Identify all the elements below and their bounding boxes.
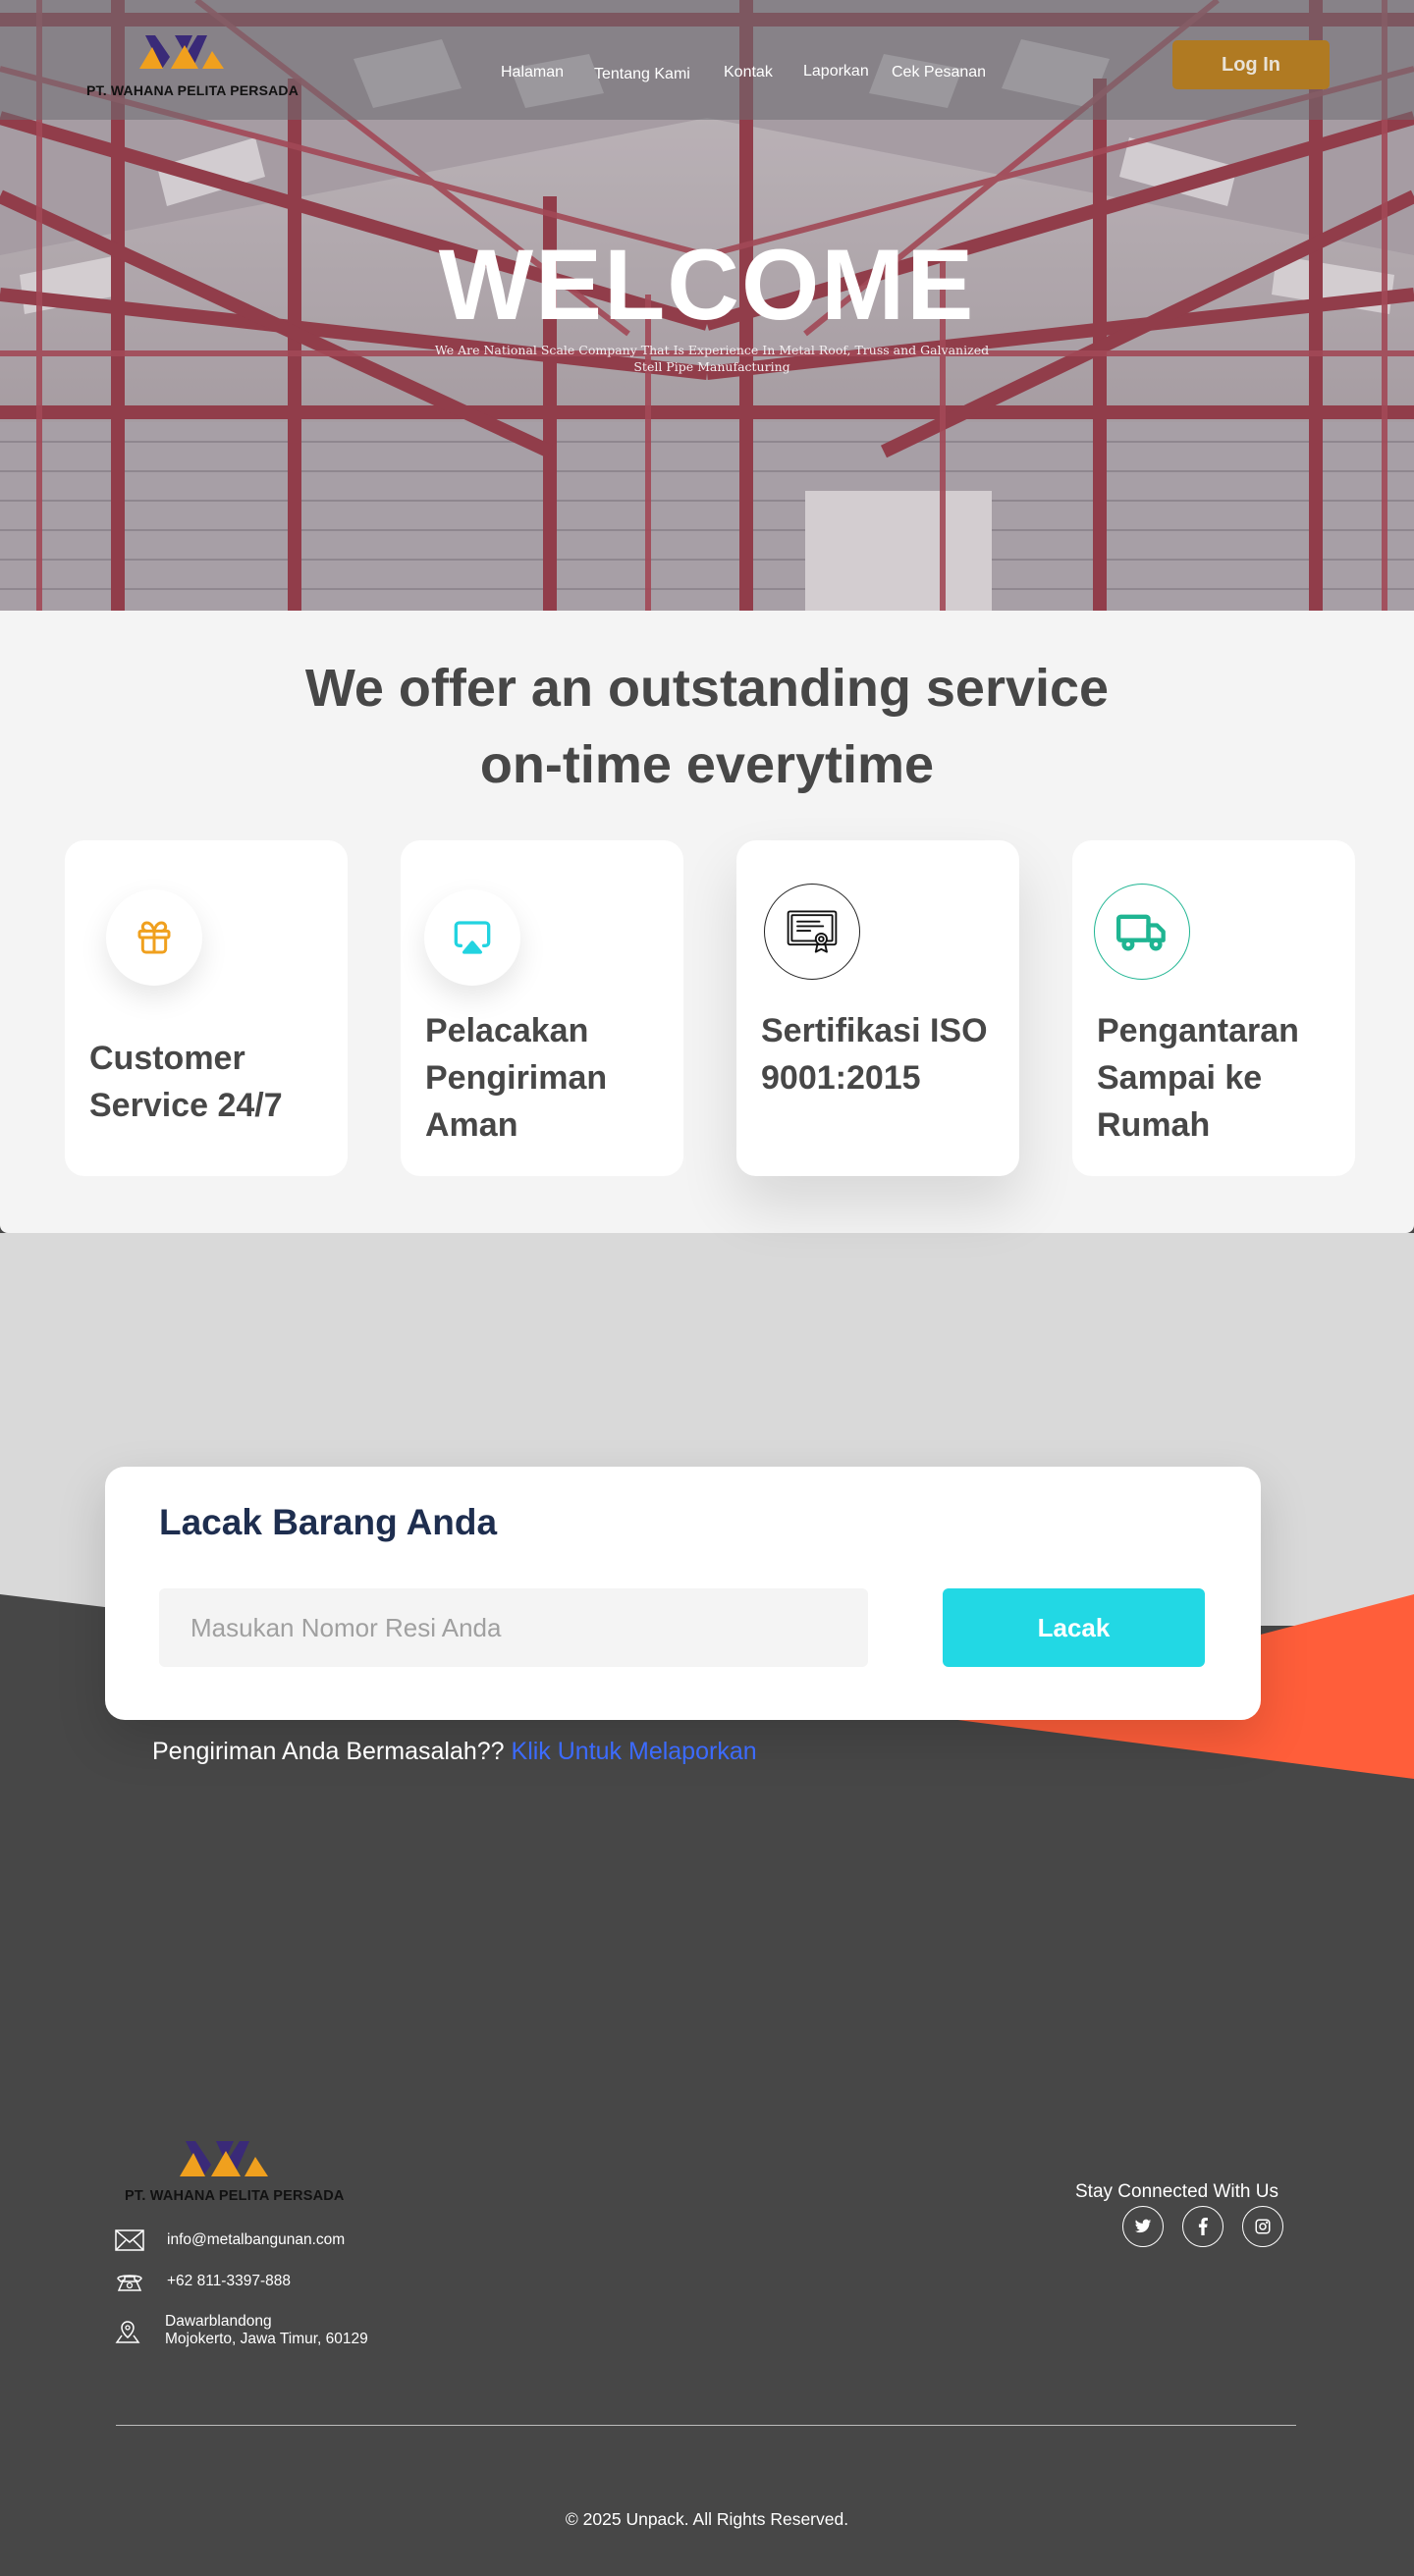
services-heading-line1: We offer an outstanding service: [304, 659, 1110, 718]
airplay-icon: [424, 889, 520, 986]
email-text: info@metalbangunan.com: [167, 2231, 346, 2248]
hero-subtitle: We Are National Scale Company That Is Ex…: [434, 343, 990, 374]
card-title: Sertifikasi ISO 9001:2015: [761, 1012, 988, 1097]
phone-icon: [117, 2275, 142, 2291]
service-card-pengantaran[interactable]: Pengantaran Sampai ke Rumah: [1072, 840, 1355, 1176]
facebook-icon[interactable]: [1182, 2206, 1224, 2247]
track-package-panel: Lacak Barang Anda Lacak: [105, 1467, 1261, 1720]
tracking-number-input[interactable]: [159, 1588, 868, 1667]
mail-icon: [115, 2229, 144, 2251]
card-title: Customer Service 24/7: [89, 1040, 283, 1124]
services-heading-line2: on-time everytime: [479, 735, 935, 794]
services-heading: We offer an outstanding service on-time …: [0, 650, 1414, 803]
address-line1: Dawarblandong: [165, 2313, 272, 2330]
report-link[interactable]: Klik Untuk Melaporkan: [512, 1738, 757, 1765]
service-card-customer-service[interactable]: Customer Service 24/7: [65, 840, 348, 1176]
hero-title: WELCOME: [438, 229, 976, 341]
truck-icon: [1094, 884, 1190, 980]
company-logo[interactable]: PT. WAHANA PELITA PERSADA: [86, 29, 312, 100]
card-title: Pengantaran Sampai ke Rumah: [1097, 1012, 1299, 1144]
location-pin-icon: [115, 2321, 140, 2343]
track-button[interactable]: Lacak: [943, 1588, 1205, 1667]
hero-section: PT. WAHANA PELITA PERSADA Halaman Tentan…: [0, 0, 1414, 611]
certificate-icon: [764, 884, 860, 980]
nav-tentang-kami[interactable]: Tentang Kami: [594, 66, 690, 83]
address-line2: Mojokerto, Jawa Timur, 60129: [165, 2331, 368, 2347]
nav-cek-pesanan[interactable]: Cek Pesanan: [892, 64, 986, 81]
nav-kontak[interactable]: Kontak: [724, 64, 773, 81]
login-button[interactable]: Log In: [1172, 40, 1330, 89]
report-text: Pengiriman Anda Bermasalah??: [152, 1738, 505, 1765]
navbar: PT. WAHANA PELITA PERSADA Halaman Tentan…: [0, 0, 1414, 120]
nav-halaman[interactable]: Halaman: [501, 64, 564, 81]
phone-text: +62 811-3397-888: [167, 2273, 291, 2289]
footer-company-name: PT. WAHANA PELITA PERSADA: [125, 2188, 345, 2204]
company-name: PT. WAHANA PELITA PERSADA: [86, 82, 299, 98]
logo-mark-icon: [180, 2141, 268, 2176]
report-problem-line: Pengiriman Anda Bermasalah?? Klik Untuk …: [152, 1738, 757, 1766]
twitter-icon[interactable]: [1122, 2206, 1164, 2247]
stay-connected-label: Stay Connected With Us: [1075, 2181, 1278, 2202]
nav-laporkan[interactable]: Laporkan: [803, 63, 869, 80]
footer-divider: [116, 2425, 1296, 2426]
instagram-icon[interactable]: [1242, 2206, 1283, 2247]
track-title: Lacak Barang Anda: [159, 1502, 498, 1542]
service-card-pelacakan[interactable]: Pelacakan Pengiriman Aman: [401, 840, 683, 1176]
card-title: Pelacakan Pengiriman Aman: [425, 1012, 608, 1144]
logo-mark-icon: [139, 35, 224, 69]
gift-icon: [106, 889, 202, 986]
footer-logo[interactable]: PT. WAHANA PELITA PERSADA: [125, 2135, 360, 2206]
service-card-sertifikasi[interactable]: Sertifikasi ISO 9001:2015: [736, 840, 1019, 1176]
copyright-text: © 2025 Unpack. All Rights Reserved.: [565, 2509, 849, 2529]
